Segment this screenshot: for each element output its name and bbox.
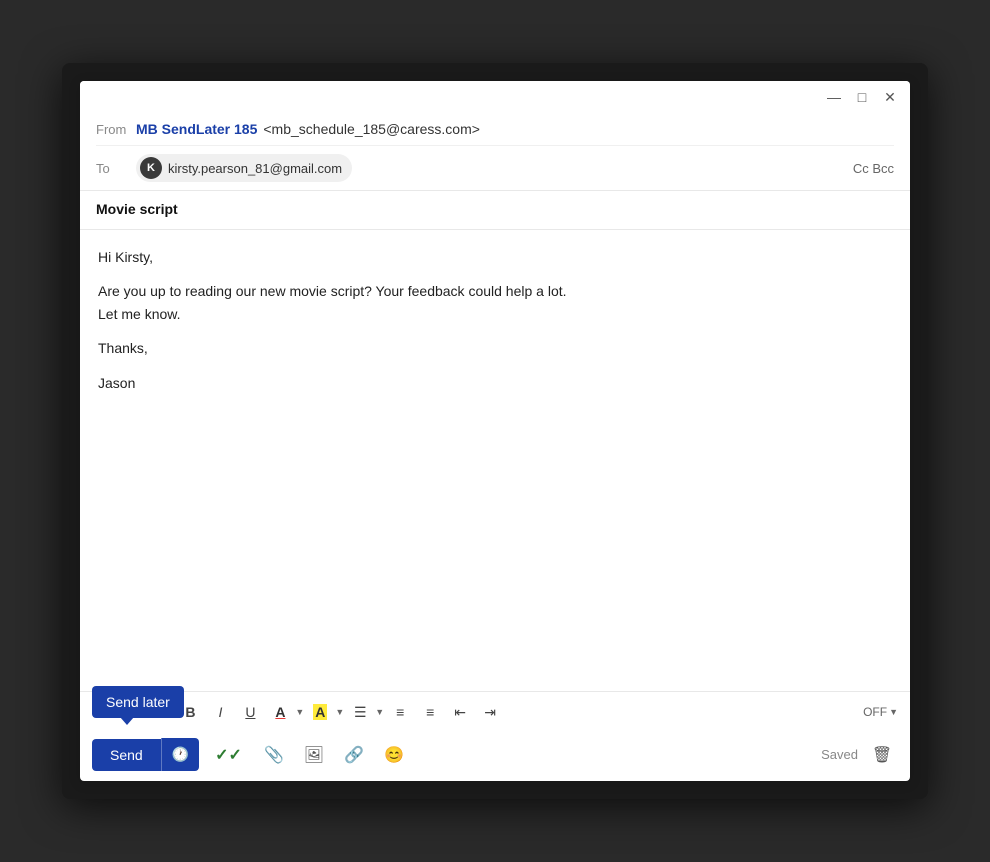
font-color-button[interactable]: A [266,698,294,726]
formatting-toolbar: Arial 10 ▼ B I U A ▼ A [80,691,910,732]
body-line-3: Thanks, [98,337,892,359]
decrease-indent-icon: ⇤ [454,704,466,721]
off-badge[interactable]: OFF ▼ [863,705,898,719]
unordered-list-button[interactable]: ≡ [416,698,444,726]
from-email: <mb_schedule_185@caress.com> [263,121,480,137]
close-button[interactable]: ✕ [882,89,898,105]
font-color-arrow-icon: ▼ [295,707,304,717]
italic-button[interactable]: I [206,698,234,726]
align-arrow-icon: ▼ [375,707,384,717]
underline-button[interactable]: U [236,698,264,726]
insert-link-button[interactable]: 🔗 [338,739,370,771]
body-line-2: Are you up to reading our new movie scri… [98,280,892,325]
body-line-1: Hi Kirsty, [98,246,892,268]
insert-emoji-button[interactable]: 😊 [378,739,410,771]
double-check-icon: ✓✓ [215,745,242,765]
send-button[interactable]: Send [92,739,161,771]
cc-bcc-button[interactable]: Cc Bcc [853,161,894,176]
insert-image-button[interactable]: 🖼 [298,739,330,771]
avatar: K [140,157,162,179]
title-bar: — □ ✕ [80,81,910,113]
emoji-icon: 😊 [384,745,404,765]
to-chip[interactable]: K kirsty.pearson_81@gmail.com [136,154,352,182]
to-email: kirsty.pearson_81@gmail.com [168,161,342,176]
maximize-button[interactable]: □ [854,89,870,105]
to-row: To K kirsty.pearson_81@gmail.com Cc Bcc [96,146,894,190]
increase-indent-icon: ⇥ [484,704,496,721]
clock-icon: 🕐 [172,746,189,763]
from-name: MB SendLater 185 [136,121,257,137]
saved-area: Saved 🗑 [821,739,898,771]
underline-icon: U [245,704,255,720]
align-button[interactable]: ☰ [346,698,374,726]
double-check-button[interactable]: ✓✓ [207,739,250,771]
from-row: From MB SendLater 185 <mb_schedule_185@c… [96,113,894,146]
header-fields: From MB SendLater 185 <mb_schedule_185@c… [80,113,910,191]
action-bar: Send later Send 🕐 ✓✓ 📎 🖼 [80,732,910,781]
send-later-tooltip: Send later [92,686,184,718]
attach-icon: 📎 [264,745,284,765]
link-icon: 🔗 [344,745,364,765]
send-schedule-button[interactable]: 🕐 [161,738,199,771]
subject-row: Movie script [80,191,910,230]
from-label: From [96,122,136,137]
highlight-color-group[interactable]: A ▼ [306,698,344,726]
subject-text: Movie script [96,201,178,217]
alignment-group[interactable]: ☰ ▼ [346,698,384,726]
unordered-list-icon: ≡ [426,704,434,720]
highlight-color-button[interactable]: A [306,698,334,726]
title-bar-controls: — □ ✕ [826,89,898,105]
highlight-arrow-icon: ▼ [335,707,344,717]
ordered-list-button[interactable]: ≡ [386,698,414,726]
send-button-group: Send 🕐 [92,738,199,771]
image-icon: 🖼 [304,745,324,765]
font-color-group[interactable]: A ▼ [266,698,304,726]
bold-icon: B [185,704,195,720]
delete-button[interactable]: 🗑 [866,739,898,771]
trash-icon: 🗑 [872,745,892,765]
decrease-indent-button[interactable]: ⇤ [446,698,474,726]
body-line-4: Jason [98,372,892,394]
attach-button[interactable]: 📎 [258,739,290,771]
to-label: To [96,161,136,176]
email-body[interactable]: Hi Kirsty, Are you up to reading our new… [80,230,910,691]
ordered-list-icon: ≡ [396,704,404,720]
saved-text: Saved [821,747,858,762]
window-shadow: — □ ✕ From MB SendLater 185 <mb_schedule… [62,63,928,799]
compose-window: — □ ✕ From MB SendLater 185 <mb_schedule… [80,81,910,781]
italic-icon: I [218,704,222,720]
increase-indent-button[interactable]: ⇥ [476,698,504,726]
off-arrow-icon: ▼ [889,707,898,717]
highlight-icon: A [313,704,327,720]
font-color-icon: A [275,704,285,720]
minimize-button[interactable]: — [826,89,842,105]
align-icon: ☰ [354,704,367,721]
